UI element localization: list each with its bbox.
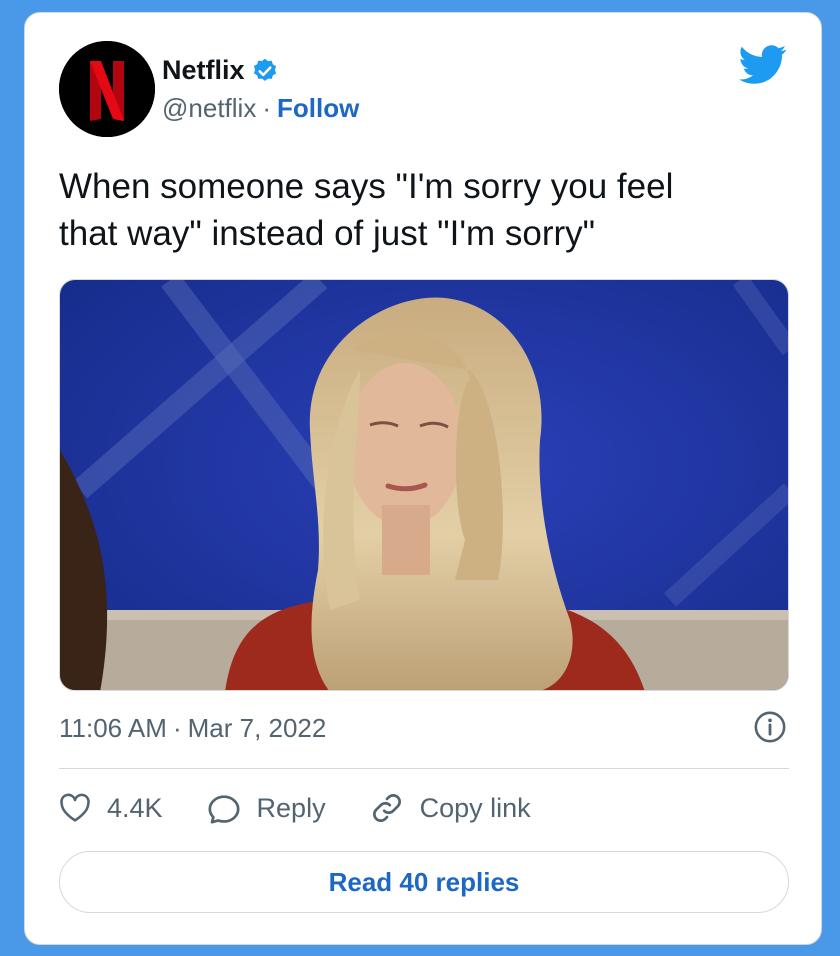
author-name[interactable]: Netflix [162, 55, 245, 86]
copy-link-button[interactable]: Copy link [370, 791, 531, 825]
copy-link-label: Copy link [419, 792, 531, 823]
read-replies-button[interactable]: Read 40 replies [59, 851, 789, 913]
like-button[interactable]: 4.4K [59, 793, 163, 824]
tweet-text: When someone says "I'm sorry you feel th… [59, 163, 779, 257]
tweet-actions: 4.4K Reply Copy link [59, 791, 575, 825]
author-handle[interactable]: @netflix [162, 93, 256, 124]
twitter-bird-icon [739, 45, 787, 84]
tweet-card: Netflix @netflix · Follow When someone s… [24, 12, 822, 945]
tweet-timestamp[interactable]: 11:06 AM · Mar 7, 2022 [59, 713, 326, 744]
like-count: 4.4K [107, 792, 163, 823]
heart-icon [60, 793, 90, 822]
netflix-avatar[interactable] [59, 41, 155, 137]
timestamp-separator: · [172, 713, 182, 743]
divider [59, 768, 789, 769]
speech-bubble-icon [208, 795, 240, 824]
author-row: Netflix [162, 55, 279, 86]
tweet-media-image[interactable] [59, 279, 789, 691]
reply-button[interactable]: Reply [207, 792, 326, 824]
info-icon [754, 711, 786, 743]
reply-label: Reply [256, 792, 326, 823]
tweet-time: 11:06 AM [59, 713, 167, 743]
tweet-date: Mar 7, 2022 [187, 713, 327, 743]
info-button[interactable] [753, 710, 787, 749]
handle-separator: · [262, 93, 271, 123]
verified-badge-icon [253, 58, 276, 81]
tweet-text-line: When someone says "I'm sorry you feel [59, 167, 674, 206]
handle-row: @netflix · Follow [162, 93, 359, 124]
woman-on-couch-photo [60, 280, 788, 690]
follow-link[interactable]: Follow [277, 93, 359, 124]
tweet-text-line: that way" instead of just "I'm sorry" [59, 214, 596, 253]
twitter-logo[interactable] [739, 45, 787, 90]
netflix-n-logo-icon [59, 41, 155, 137]
link-icon [372, 794, 401, 822]
